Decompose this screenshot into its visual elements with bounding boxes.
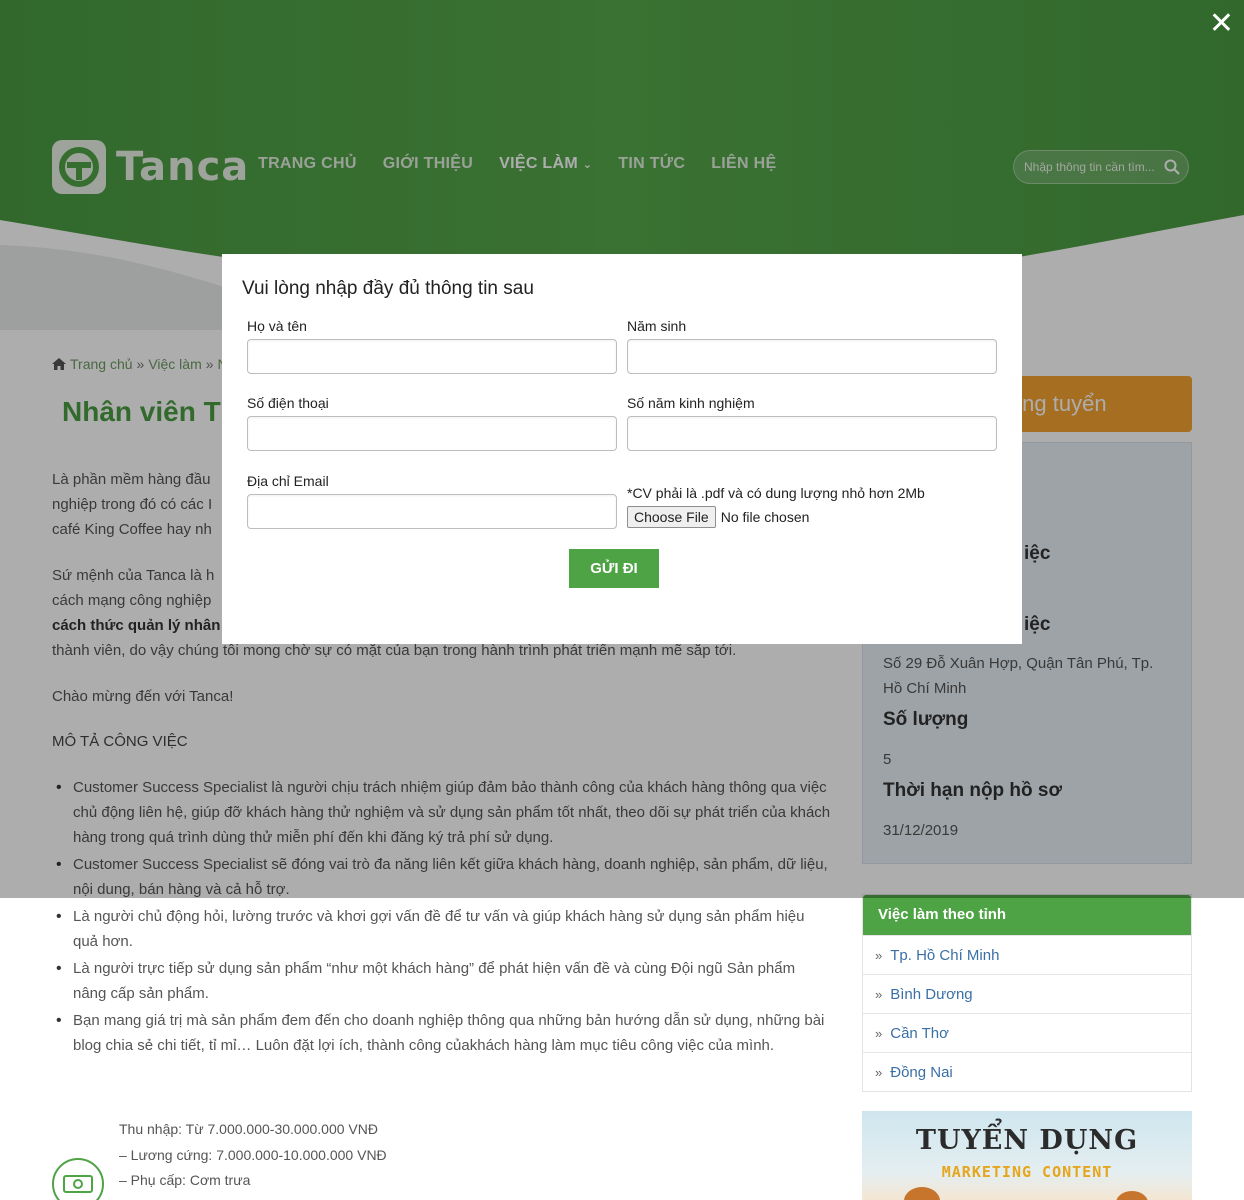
choose-file-button[interactable]: Choose File (627, 506, 716, 528)
province-link-dong-nai[interactable]: » Đồng Nai (863, 1052, 1191, 1091)
province-jobs-widget: Việc làm theo tỉnh » Tp. Hồ Chí Minh » Bìn… (862, 894, 1192, 1092)
recruitment-banner[interactable]: TUYỂN DỤNG MARKETING CONTENT (862, 1111, 1192, 1200)
experience-field[interactable] (627, 416, 997, 451)
phone-label: Số điện thoại (247, 395, 329, 411)
list-item: Bạn mang giá trị mà sản phẩm đem đến cho… (52, 1008, 832, 1058)
email-label: Địa chỉ Email (247, 473, 329, 489)
double-chevron-right-icon: » (875, 947, 883, 963)
cv-note: *CV phải là .pdf và có dung lượng nhỏ hơ… (627, 485, 925, 501)
list-item: Là người chủ động hỏi, lường trước và kh… (52, 904, 832, 954)
list-item: Là người trực tiếp sử dụng sản phẩm “như… (52, 956, 832, 1006)
experience-label: Số năm kinh nghiệm (627, 395, 755, 411)
province-link-hcm[interactable]: » Tp. Hồ Chí Minh (863, 935, 1191, 974)
modal-title: Vui lòng nhập đầy đủ thông tin sau (242, 278, 534, 299)
close-icon[interactable]: ✕ (1209, 6, 1234, 41)
double-chevron-right-icon: » (875, 1025, 883, 1041)
submit-button[interactable]: GỬI ĐI (569, 549, 659, 588)
banner-illustration (904, 1187, 1148, 1200)
money-icon (52, 1158, 104, 1200)
application-modal: Vui lòng nhập đầy đủ thông tin sau Họ và… (222, 254, 1022, 644)
name-label: Họ và tên (247, 318, 307, 334)
name-field[interactable] (247, 339, 617, 374)
phone-field[interactable] (247, 416, 617, 451)
email-field[interactable] (247, 494, 617, 529)
birth-year-field[interactable] (627, 339, 997, 374)
birth-year-label: Năm sinh (627, 318, 687, 334)
double-chevron-right-icon: » (875, 986, 883, 1002)
benefit-line: – Lương cứng: 7.000.000-10.000.000 VNĐ (119, 1146, 387, 1163)
province-label: Cần Thơ (890, 1024, 949, 1042)
province-label: Đồng Nai (890, 1063, 953, 1081)
banner-title: TUYỂN DỤNG (915, 1125, 1139, 1156)
double-chevron-right-icon: » (875, 1064, 883, 1080)
file-status: No file chosen (720, 509, 810, 525)
province-label: Bình Dương (890, 985, 973, 1003)
province-label: Tp. Hồ Chí Minh (890, 946, 1000, 964)
cv-file-input: Choose File No file chosen (627, 506, 809, 528)
province-heading: Việc làm theo tỉnh (863, 895, 1191, 935)
benefit-line: Thu nhập: Từ 7.000.000-30.000.000 VNĐ (119, 1121, 378, 1137)
province-link-can-tho[interactable]: » Cần Thơ (863, 1013, 1191, 1052)
province-link-binh-duong[interactable]: » Bình Dương (863, 974, 1191, 1013)
benefits-list: Thu nhập: Từ 7.000.000-30.000.000 VNĐ – … (119, 1117, 387, 1194)
benefit-line: – Phụ cấp: Cơm trưa (119, 1172, 251, 1188)
